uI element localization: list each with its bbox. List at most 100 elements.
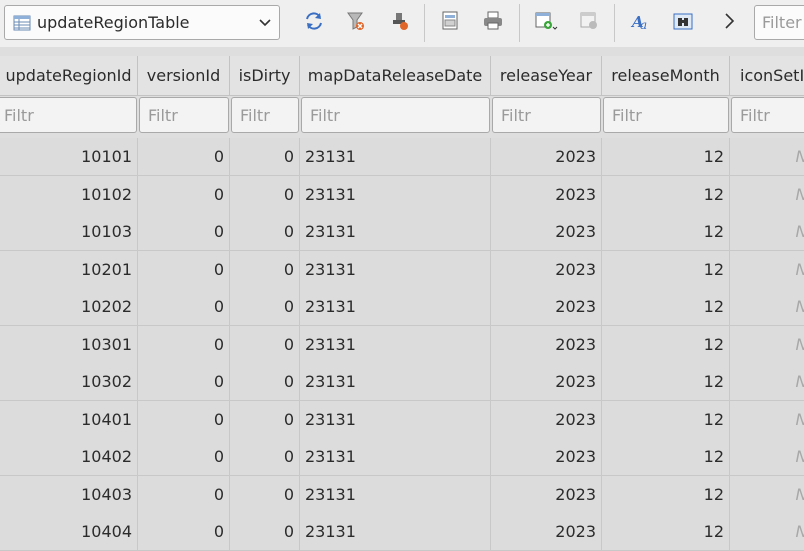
table-cell[interactable]: NULL (730, 138, 804, 176)
delete-record-button[interactable] (576, 10, 602, 36)
table-cell[interactable]: 10103 (0, 213, 138, 251)
table-cell[interactable]: NULL (730, 438, 804, 476)
table-cell[interactable]: 2023 (491, 288, 602, 326)
column-filter-input[interactable] (603, 97, 729, 133)
table-cell[interactable]: NULL (730, 475, 804, 514)
table-cell[interactable]: 2023 (491, 250, 602, 289)
column-header[interactable]: updateRegionId (0, 56, 138, 96)
table-cell[interactable]: 23131 (300, 400, 491, 439)
table-cell[interactable]: 0 (138, 138, 230, 176)
table-cell[interactable]: 10402 (0, 438, 138, 476)
table-cell[interactable]: 0 (138, 213, 230, 251)
table-cell[interactable]: 0 (138, 175, 230, 214)
table-cell[interactable]: 12 (602, 213, 730, 251)
table-cell[interactable]: 12 (602, 288, 730, 326)
table-cell[interactable]: 10404 (0, 513, 138, 551)
column-filter-input[interactable] (139, 97, 229, 133)
table-cell[interactable]: 0 (230, 213, 300, 251)
table-cell[interactable]: 12 (602, 325, 730, 364)
table-cell[interactable]: NULL (730, 325, 804, 364)
table-cell[interactable]: 0 (138, 438, 230, 476)
table-cell[interactable]: 23131 (300, 213, 491, 251)
table-cell[interactable]: 23131 (300, 175, 491, 214)
table-cell[interactable]: 12 (602, 138, 730, 176)
table-cell[interactable]: 10401 (0, 400, 138, 439)
insert-record-button[interactable] (533, 10, 559, 36)
refresh-button[interactable] (301, 10, 327, 36)
column-filter-input[interactable] (731, 97, 804, 133)
table-cell[interactable]: NULL (730, 288, 804, 326)
table-cell[interactable]: NULL (730, 400, 804, 439)
table-cell[interactable]: 12 (602, 438, 730, 476)
table-cell[interactable]: 12 (602, 400, 730, 439)
table-cell[interactable]: 10403 (0, 475, 138, 514)
table-cell[interactable]: 23131 (300, 325, 491, 364)
table-cell[interactable]: 10301 (0, 325, 138, 364)
clear-filters-button[interactable] (343, 10, 369, 36)
table-cell[interactable]: 10101 (0, 138, 138, 176)
table-cell[interactable]: 2023 (491, 363, 602, 401)
table-cell[interactable]: 0 (230, 363, 300, 401)
table-cell[interactable]: 2023 (491, 325, 602, 364)
column-filter-input[interactable] (301, 97, 490, 133)
table-cell[interactable]: 2023 (491, 213, 602, 251)
column-filter-input[interactable] (231, 97, 299, 133)
find-button[interactable] (670, 10, 696, 36)
table-cell[interactable]: NULL (730, 175, 804, 214)
column-header[interactable]: mapDataReleaseDate (300, 56, 491, 96)
table-cell[interactable]: 0 (138, 513, 230, 551)
table-cell[interactable]: 0 (138, 363, 230, 401)
table-cell[interactable]: 2023 (491, 138, 602, 176)
table-cell[interactable]: 2023 (491, 513, 602, 551)
table-cell[interactable]: 0 (230, 325, 300, 364)
column-header[interactable]: iconSetId (730, 56, 804, 96)
table-cell[interactable]: 0 (230, 175, 300, 214)
more-toolbar-button[interactable] (716, 10, 742, 36)
column-header[interactable]: releaseYear (491, 56, 602, 96)
column-filter-input[interactable] (0, 97, 137, 133)
table-cell[interactable]: NULL (730, 213, 804, 251)
table-cell[interactable]: 2023 (491, 175, 602, 214)
table-cell[interactable]: 10202 (0, 288, 138, 326)
toolbar-filter-input[interactable] (754, 5, 804, 40)
table-cell[interactable]: 23131 (300, 250, 491, 289)
table-cell[interactable]: 0 (138, 288, 230, 326)
table-cell[interactable]: 0 (230, 288, 300, 326)
table-cell[interactable]: 12 (602, 363, 730, 401)
table-cell[interactable]: 2023 (491, 475, 602, 514)
table-cell[interactable]: NULL (730, 363, 804, 401)
table-cell[interactable]: 10302 (0, 363, 138, 401)
table-cell[interactable]: 0 (138, 400, 230, 439)
table-cell[interactable]: 12 (602, 175, 730, 214)
table-cell[interactable]: 23131 (300, 475, 491, 514)
table-cell[interactable]: 23131 (300, 363, 491, 401)
table-cell[interactable]: 12 (602, 513, 730, 551)
column-filter-input[interactable] (492, 97, 601, 133)
table-cell[interactable]: 10201 (0, 250, 138, 289)
table-cell[interactable]: NULL (730, 250, 804, 289)
column-header[interactable]: isDirty (230, 56, 300, 96)
table-cell[interactable]: 23131 (300, 513, 491, 551)
table-cell[interactable]: 0 (138, 325, 230, 364)
table-cell[interactable]: 10102 (0, 175, 138, 214)
export-button[interactable] (438, 10, 464, 36)
table-cell[interactable]: 0 (138, 250, 230, 289)
table-cell[interactable]: 12 (602, 250, 730, 289)
table-cell[interactable]: NULL (730, 513, 804, 551)
table-cell[interactable]: 0 (230, 513, 300, 551)
table-cell[interactable]: 2023 (491, 438, 602, 476)
table-cell[interactable]: 0 (230, 438, 300, 476)
table-cell[interactable]: 0 (230, 400, 300, 439)
table-cell[interactable]: 0 (230, 475, 300, 514)
table-cell[interactable]: 23131 (300, 288, 491, 326)
print-button[interactable] (480, 10, 506, 36)
table-cell[interactable]: 0 (230, 250, 300, 289)
column-header[interactable]: versionId (138, 56, 230, 96)
table-select[interactable]: updateRegionTable (4, 5, 280, 40)
table-cell[interactable]: 23131 (300, 438, 491, 476)
column-header[interactable]: releaseMonth (602, 56, 730, 96)
table-cell[interactable]: 12 (602, 475, 730, 514)
table-cell[interactable]: 23131 (300, 138, 491, 176)
table-cell[interactable]: 0 (230, 138, 300, 176)
find-replace-button[interactable]: Aa (628, 10, 654, 36)
